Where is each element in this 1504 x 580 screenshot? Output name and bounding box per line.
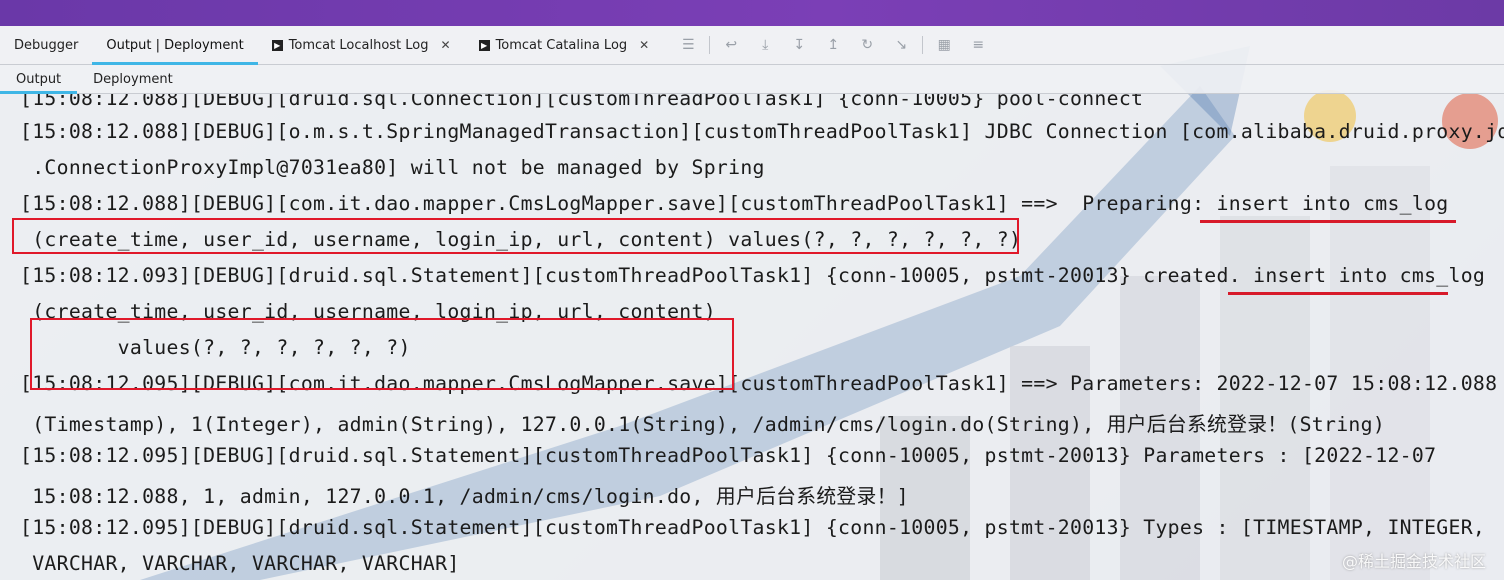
sub-tab-label: Deployment <box>93 71 173 87</box>
close-icon[interactable]: ✕ <box>639 38 649 52</box>
window-title-bar <box>0 0 1504 26</box>
highlight-underline <box>1228 292 1448 295</box>
close-icon[interactable]: ✕ <box>441 38 451 52</box>
log-line: 15:08:12.088, 1, admin, 127.0.0.1, /admi… <box>20 485 909 508</box>
tab-output[interactable]: Output <box>0 65 78 94</box>
toolbar-divider <box>922 36 924 54</box>
log-line: [15:08:12.088][DEBUG][com.it.dao.mapper.… <box>20 192 1449 215</box>
restart-icon[interactable]: ↻ <box>850 37 884 53</box>
grid-icon[interactable]: ▦ <box>927 37 961 53</box>
log-line: [15:08:12.095][DEBUG][druid.sql.Statemen… <box>20 444 1437 467</box>
upload-icon[interactable]: ↥ <box>816 37 850 53</box>
tool-tab-bar: Debugger Output | Deployment ▶ Tomcat Lo… <box>0 26 1504 65</box>
run-tool-window: Debugger Output | Deployment ▶ Tomcat Lo… <box>0 26 1504 580</box>
log-line-partial: [15:08:12.088][DEBUG][druid.sql.Connecti… <box>20 94 1144 110</box>
watermark: @稀土掘金技术社区 <box>1341 552 1486 571</box>
log-line: VARCHAR, VARCHAR, VARCHAR, VARCHAR] <box>20 552 460 575</box>
tab-debugger[interactable]: Debugger <box>0 26 92 64</box>
highlight-underline <box>1200 220 1456 223</box>
log-line: [15:08:12.095][DEBUG][druid.sql.Statemen… <box>20 516 1486 539</box>
terminal-icon: ▶ <box>478 39 490 51</box>
settings-icon[interactable]: ≡ <box>961 37 995 53</box>
sub-tab-bar: Output Deployment <box>0 65 1504 94</box>
tab-label: Debugger <box>14 37 79 53</box>
sub-tab-label: Output <box>16 71 62 87</box>
tab-tomcat-catalina-log[interactable]: ▶ Tomcat Catalina Log ✕ <box>465 26 664 64</box>
tab-tomcat-localhost-log[interactable]: ▶ Tomcat Localhost Log ✕ <box>258 26 465 64</box>
tab-deployment[interactable]: Deployment <box>77 65 189 93</box>
tab-label: Tomcat Catalina Log <box>495 37 628 53</box>
tab-output-deployment[interactable]: Output | Deployment <box>92 26 259 65</box>
log-line: [15:08:12.088][DEBUG][o.m.s.t.SpringMana… <box>20 120 1504 143</box>
console-output[interactable]: [15:08:12.088][DEBUG][druid.sql.Connecti… <box>0 94 1504 580</box>
highlight-box <box>30 318 734 390</box>
clear-icon[interactable]: ↘ <box>884 37 918 53</box>
log-line: (Timestamp), 1(Integer), admin(String), … <box>20 413 1386 436</box>
tab-label: Tomcat Localhost Log <box>288 37 429 53</box>
toolbar-divider <box>709 36 711 54</box>
menu-icon[interactable]: ☰ <box>671 37 705 53</box>
download-icon[interactable]: ↧ <box>782 37 816 53</box>
terminal-icon: ▶ <box>271 39 283 51</box>
highlight-box <box>12 218 1019 254</box>
log-line: [15:08:12.093][DEBUG][druid.sql.Statemen… <box>20 264 1486 287</box>
tab-label: Output | Deployment <box>106 37 244 53</box>
scroll-to-end-icon[interactable]: ⤓ <box>748 37 782 53</box>
soft-wrap-icon[interactable]: ↩ <box>714 37 748 53</box>
console-toolbar: ☰ ↩ ⤓ ↧ ↥ ↻ ↘ ▦ ≡ <box>671 26 995 64</box>
log-line: .ConnectionProxyImpl@7031ea80] will not … <box>20 156 765 179</box>
